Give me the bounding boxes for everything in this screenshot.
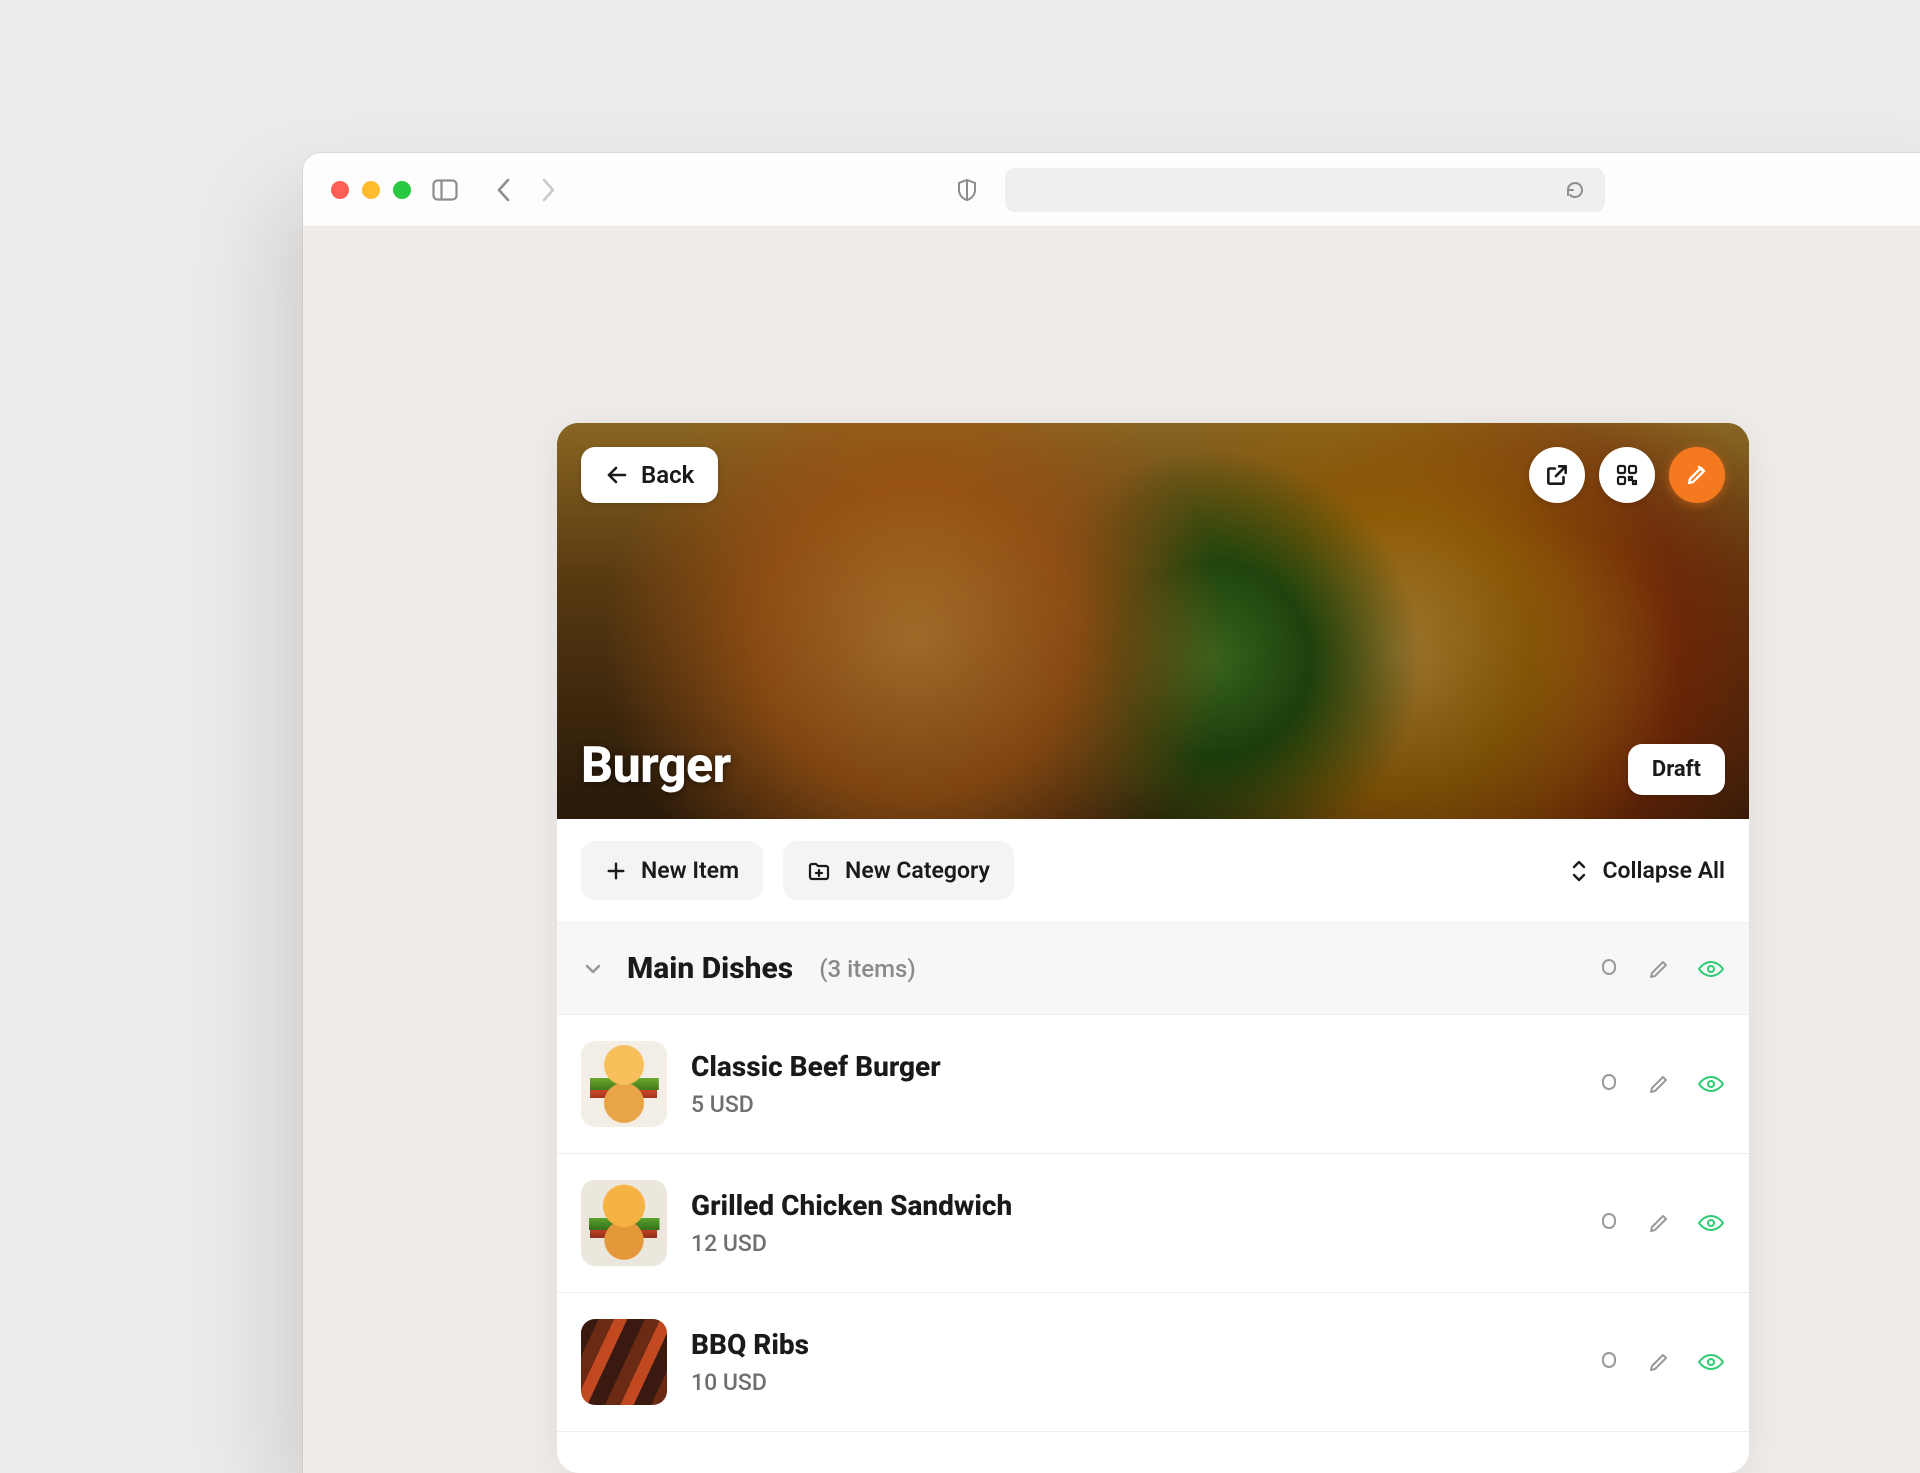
menu-title: Burger: [581, 737, 731, 795]
category-item-count: (3 items): [819, 955, 916, 983]
visibility-icon[interactable]: [1697, 1211, 1725, 1235]
address-bar-area: [583, 168, 1920, 212]
new-item-label: New Item: [641, 857, 739, 884]
collapse-all-button[interactable]: Collapse All: [1570, 857, 1725, 884]
chevrons-vertical-icon: [1570, 859, 1588, 883]
item-actions: [1597, 1211, 1725, 1235]
category-actions: [1597, 957, 1725, 981]
address-bar[interactable]: [1005, 168, 1605, 212]
item-price: 10 USD: [691, 1369, 809, 1396]
item-name: Grilled Chicken Sandwich: [691, 1189, 1012, 1222]
category-name: Main Dishes: [627, 951, 793, 986]
menu-item-row[interactable]: BBQ Ribs 10 USD: [557, 1293, 1749, 1432]
new-category-button[interactable]: New Category: [783, 841, 1014, 900]
back-button-label: Back: [641, 461, 694, 489]
menu-editor-card: Back: [557, 423, 1749, 1473]
category-header: Main Dishes (3 items): [557, 923, 1749, 1015]
open-external-button[interactable]: [1529, 447, 1585, 503]
navigation-arrows: [489, 176, 563, 204]
item-price: 12 USD: [691, 1230, 1012, 1257]
browser-window: Back: [303, 153, 1920, 1473]
menu-hero: Back: [557, 423, 1749, 819]
visibility-icon[interactable]: [1697, 1072, 1725, 1096]
privacy-shield-icon[interactable]: [953, 176, 981, 204]
menu-item-row[interactable]: Grilled Chicken Sandwich 12 USD: [557, 1154, 1749, 1293]
folder-plus-icon: [807, 860, 831, 882]
item-price: 5 USD: [691, 1091, 941, 1118]
edit-item-icon[interactable]: [1647, 1072, 1671, 1096]
window-close-button[interactable]: [331, 181, 349, 199]
edit-menu-button[interactable]: [1669, 447, 1725, 503]
back-button[interactable]: Back: [581, 447, 718, 503]
plus-icon: [605, 860, 627, 882]
window-controls: [331, 181, 411, 199]
sidebar-toggle-icon[interactable]: [431, 176, 459, 204]
collapse-all-label: Collapse All: [1602, 857, 1725, 884]
drag-handle-icon[interactable]: [1597, 1072, 1621, 1096]
drag-handle-icon[interactable]: [1597, 957, 1621, 981]
qr-code-button[interactable]: [1599, 447, 1655, 503]
drag-handle-icon[interactable]: [1597, 1211, 1621, 1235]
item-thumbnail: [581, 1041, 667, 1127]
item-thumbnail: [581, 1319, 667, 1405]
edit-item-icon[interactable]: [1647, 1350, 1671, 1374]
item-actions: [1597, 1350, 1725, 1374]
visibility-icon[interactable]: [1697, 957, 1725, 981]
qr-code-icon: [1615, 463, 1639, 487]
external-link-icon: [1544, 462, 1570, 488]
edit-category-icon[interactable]: [1647, 957, 1671, 981]
item-actions: [1597, 1072, 1725, 1096]
edit-item-icon[interactable]: [1647, 1211, 1671, 1235]
drag-handle-icon[interactable]: [1597, 1350, 1621, 1374]
reload-icon[interactable]: [1561, 176, 1589, 204]
menu-status-badge: Draft: [1628, 744, 1725, 795]
browser-toolbar: [303, 153, 1920, 227]
hero-actions: [1529, 447, 1725, 503]
browser-viewport: Back: [303, 227, 1920, 1473]
arrow-left-icon: [605, 463, 629, 487]
visibility-icon[interactable]: [1697, 1350, 1725, 1374]
window-zoom-button[interactable]: [393, 181, 411, 199]
menu-item-row[interactable]: Classic Beef Burger 5 USD: [557, 1015, 1749, 1154]
pencil-icon: [1685, 463, 1709, 487]
menu-toolbar: New Item New Category Collapse All: [557, 819, 1749, 923]
item-name: BBQ Ribs: [691, 1328, 809, 1361]
new-category-label: New Category: [845, 857, 990, 884]
nav-forward-icon[interactable]: [535, 176, 563, 204]
item-thumbnail: [581, 1180, 667, 1266]
item-name: Classic Beef Burger: [691, 1050, 941, 1083]
window-minimize-button[interactable]: [362, 181, 380, 199]
chevron-down-icon[interactable]: [581, 957, 605, 981]
new-item-button[interactable]: New Item: [581, 841, 763, 900]
nav-back-icon[interactable]: [489, 176, 517, 204]
